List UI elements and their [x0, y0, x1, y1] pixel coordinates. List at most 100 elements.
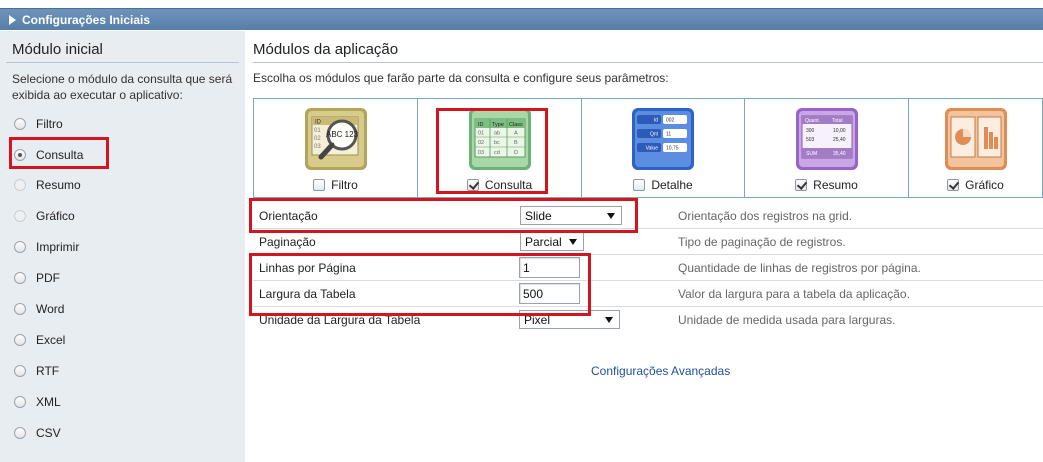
param-description: Valor da largura para a tabela da aplica…: [678, 287, 910, 301]
radio-option-xml[interactable]: XML: [14, 392, 61, 412]
chevron-down-icon: [607, 213, 615, 219]
application-modules-panel: Módulos da aplicação Escolha os módulos …: [253, 31, 1043, 462]
orientacao-select[interactable]: Slide: [520, 206, 622, 225]
module-checkbox[interactable]: [633, 179, 646, 191]
svg-text:01: 01: [478, 131, 484, 137]
radio-button[interactable]: [14, 396, 26, 408]
param-description: Quantidade de linhas de registros por pá…: [678, 261, 921, 275]
svg-text:25,40: 25,40: [833, 137, 846, 143]
radio-option-consulta[interactable]: Consulta: [14, 145, 83, 165]
chevron-down-icon: [569, 239, 577, 245]
radio-option-excel[interactable]: Excel: [14, 330, 65, 350]
module-label[interactable]: Consulta: [418, 178, 581, 192]
radio-label: Word: [36, 302, 65, 316]
radio-label: CSV: [36, 426, 61, 440]
module-checkbox[interactable]: [795, 179, 808, 191]
radio-label: Excel: [36, 333, 66, 347]
chart-icon: [944, 108, 1007, 170]
radio-button[interactable]: [14, 118, 26, 130]
param-row-unidade-largura: Unidade da Largura da Tabela Pixel Unida…: [253, 307, 1043, 333]
svg-text:Type: Type: [492, 122, 504, 128]
svg-text:503: 503: [806, 137, 815, 143]
svg-text:10,75: 10,75: [666, 146, 679, 152]
divider: [6, 62, 239, 63]
radio-button[interactable]: [14, 303, 26, 315]
module-checkbox[interactable]: [313, 179, 326, 191]
svg-text:D: D: [514, 150, 518, 156]
radio-button[interactable]: [14, 272, 26, 284]
svg-text:Total: Total: [832, 118, 843, 124]
param-label: Linhas por Página: [259, 261, 356, 275]
svg-text:300: 300: [806, 128, 815, 134]
module-grafico[interactable]: Gráfico: [909, 99, 1042, 197]
radio-option-resumo[interactable]: Resumo: [14, 175, 81, 195]
module-label[interactable]: Detalhe: [582, 178, 744, 192]
module-checkbox[interactable]: [466, 179, 479, 191]
chevron-down-icon: [605, 317, 613, 323]
svg-text:11: 11: [666, 132, 671, 138]
svg-text:B: B: [514, 140, 518, 146]
radio-option-pdf[interactable]: PDF: [14, 268, 60, 288]
top-gap: [0, 0, 1043, 8]
svg-text:02: 02: [314, 136, 321, 142]
radio-option-csv[interactable]: CSV: [14, 423, 61, 443]
divider: [253, 62, 1043, 63]
modules-grid: ID 01 02 03 ABC 123 Filtro ID Type Class…: [253, 98, 1043, 198]
radio-option-rtf[interactable]: RTF: [14, 361, 59, 381]
filter-icon: ID 01 02 03 ABC 123: [304, 108, 367, 170]
radio-button[interactable]: [14, 210, 26, 222]
radio-button[interactable]: [14, 334, 26, 346]
module-label[interactable]: Filtro: [254, 178, 417, 192]
module-label[interactable]: Resumo: [745, 178, 908, 192]
svg-text:ABC 123: ABC 123: [325, 130, 358, 139]
svg-text:cd: cd: [494, 150, 500, 156]
param-label: Paginação: [259, 235, 316, 249]
param-description: Orientação dos registros na grid.: [678, 209, 853, 223]
param-row-largura-da-tabela: Largura da Tabela 500 Valor da largura p…: [253, 281, 1043, 307]
unidade-largura-select[interactable]: Pixel: [519, 310, 620, 329]
radio-option-grafico[interactable]: Gráfico: [14, 206, 75, 226]
radio-button[interactable]: [14, 179, 26, 191]
svg-text:01: 01: [314, 128, 321, 134]
svg-text:Quant.: Quant.: [805, 118, 820, 124]
largura-da-tabela-input[interactable]: 500: [519, 283, 580, 304]
param-label: Orientação: [259, 209, 318, 223]
radio-option-imprimir[interactable]: Imprimir: [14, 237, 79, 257]
detail-icon: Id 002 Qnt 11 Value 10,75: [632, 108, 694, 170]
radio-button[interactable]: [14, 427, 26, 439]
radio-label: Imprimir: [36, 240, 80, 254]
radio-button[interactable]: [14, 241, 26, 253]
main-title: Módulos da aplicação: [253, 41, 399, 58]
radio-button[interactable]: [14, 365, 26, 377]
svg-text:A: A: [514, 131, 518, 137]
advanced-settings-link[interactable]: Configurações Avançadas: [591, 364, 730, 378]
module-checkbox[interactable]: [947, 179, 960, 191]
collapse-triangle-icon[interactable]: [9, 14, 16, 25]
svg-text:ID: ID: [478, 122, 484, 128]
param-row-paginacao: Paginação Parcial Tipo de paginação de r…: [253, 229, 1043, 255]
module-detalhe[interactable]: Id 002 Qnt 11 Value 10,75 Detalhe: [582, 99, 745, 197]
radio-label: Gráfico: [36, 209, 75, 223]
svg-text:02: 02: [478, 140, 484, 146]
module-label[interactable]: Gráfico: [909, 178, 1042, 192]
param-label: Unidade da Largura da Tabela: [259, 313, 421, 327]
module-resumo[interactable]: Quant. Total 300 10,00 503 25,40 SUM 35,…: [745, 99, 909, 197]
radio-button[interactable]: [14, 149, 26, 161]
panel-description: Selecione o módulo da consulta que será …: [12, 72, 233, 102]
paginacao-select[interactable]: Parcial: [520, 232, 584, 251]
radio-option-word[interactable]: Word: [14, 299, 64, 319]
module-filtro[interactable]: ID 01 02 03 ABC 123 Filtro: [254, 99, 418, 197]
svg-text:Qnt: Qnt: [650, 132, 659, 138]
radio-label: Filtro: [36, 117, 63, 131]
section-header[interactable]: Configurações Iniciais: [0, 8, 1043, 30]
param-row-linhas-por-pagina: Linhas por Página 1 Quantidade de linhas…: [253, 255, 1043, 281]
summary-icon: Quant. Total 300 10,00 503 25,40 SUM 35,…: [795, 108, 858, 170]
svg-text:03: 03: [478, 150, 484, 156]
linhas-por-pagina-input[interactable]: 1: [519, 257, 580, 278]
module-consulta[interactable]: ID Type Class 01 ab A 02 bc B 03 cd D Co…: [418, 99, 582, 197]
radio-option-filtro[interactable]: Filtro: [14, 114, 63, 134]
radio-label: Consulta: [36, 148, 84, 162]
svg-text:10,00: 10,00: [833, 128, 846, 134]
svg-text:Id: Id: [654, 118, 658, 124]
svg-text:Value: Value: [646, 146, 659, 152]
